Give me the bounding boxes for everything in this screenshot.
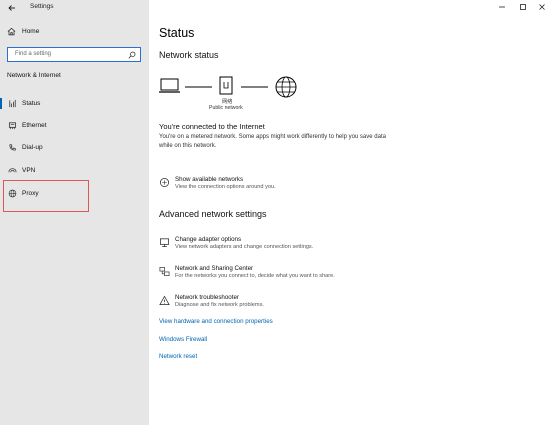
sidebar: Settings Home Find a setting Network & I… [0, 0, 149, 425]
action-subtitle: For the networks you connect to, decide … [175, 273, 335, 279]
page-title: Status [159, 26, 195, 40]
section-heading: Network & Internet [7, 72, 61, 79]
sidebar-item-dial-up[interactable]: Dial-up [0, 139, 149, 157]
sidebar-item-label: Status [22, 100, 41, 107]
connection-status: You're connected to the Internet [159, 122, 265, 131]
action-title: Network troubleshooter [175, 294, 239, 301]
change-adapter-options[interactable]: Change adapter options View network adap… [159, 236, 419, 256]
sidebar-item-vpn[interactable]: VPN [0, 162, 149, 180]
main-content: Status Network status 网络 Public network … [149, 0, 553, 425]
selection-indicator [0, 98, 2, 109]
metered-description: You're on a metered network. Some apps m… [159, 134, 386, 149]
highlight-box [3, 180, 89, 212]
network-troubleshooter[interactable]: Network troubleshooter Diagnose and fix … [159, 294, 419, 314]
back-arrow-icon[interactable] [7, 3, 17, 13]
search-input[interactable]: Find a setting [7, 47, 141, 62]
sidebar-item-ethernet[interactable]: Ethernet [0, 117, 149, 135]
search-placeholder: Find a setting [15, 51, 52, 57]
network-list-icon [160, 178, 169, 187]
home-label: Home [22, 28, 40, 35]
close-icon[interactable] [537, 2, 547, 12]
sidebar-item-status[interactable]: Status [0, 95, 149, 113]
action-title: Network and Sharing Center [175, 265, 254, 272]
home-network-icon [9, 99, 16, 108]
network-status-heading: Network status [159, 50, 219, 60]
advanced-settings-heading: Advanced network settings [159, 209, 267, 219]
sharing-center-icon [159, 267, 170, 276]
laptop-icon [159, 78, 180, 93]
action-subtitle: View the connection options around you. [175, 184, 276, 190]
ethernet-icon [8, 122, 17, 130]
window-title: Settings [30, 3, 54, 10]
adapter-icon [160, 238, 169, 247]
home-nav-item[interactable]: Home [0, 24, 149, 42]
sidebar-item-label: Dial-up [22, 144, 43, 151]
action-title: Change adapter options [175, 236, 242, 243]
action-subtitle: Diagnose and fix network problems. [175, 302, 264, 308]
windows-firewall-link[interactable]: Windows Firewall [159, 336, 207, 343]
network-type: Public network [209, 105, 243, 111]
network-sharing-center[interactable]: Network and Sharing Center For the netwo… [159, 265, 419, 285]
network-reset-link[interactable]: Network reset [159, 353, 197, 360]
maximize-icon[interactable] [518, 2, 528, 12]
sidebar-item-label: VPN [22, 167, 36, 174]
router-icon [219, 76, 233, 95]
hardware-properties-link[interactable]: View hardware and connection properties [159, 318, 273, 325]
show-available-networks[interactable]: Show available networks View the connect… [159, 176, 419, 196]
vpn-icon [8, 168, 17, 173]
network-name: 网络 [222, 99, 233, 105]
action-subtitle: View network adapters and change connect… [175, 244, 314, 250]
home-icon [7, 27, 16, 36]
minimize-icon[interactable] [497, 2, 507, 12]
sidebar-item-label: Ethernet [22, 122, 47, 129]
titlebar-left: Settings [0, 0, 149, 16]
search-icon[interactable] [128, 51, 136, 59]
warning-icon [159, 295, 170, 305]
network-diagram: 网络 Public network [159, 74, 299, 114]
dial-up-icon [9, 143, 17, 151]
action-title: Show available networks [175, 176, 244, 183]
internet-globe-icon [275, 76, 297, 98]
